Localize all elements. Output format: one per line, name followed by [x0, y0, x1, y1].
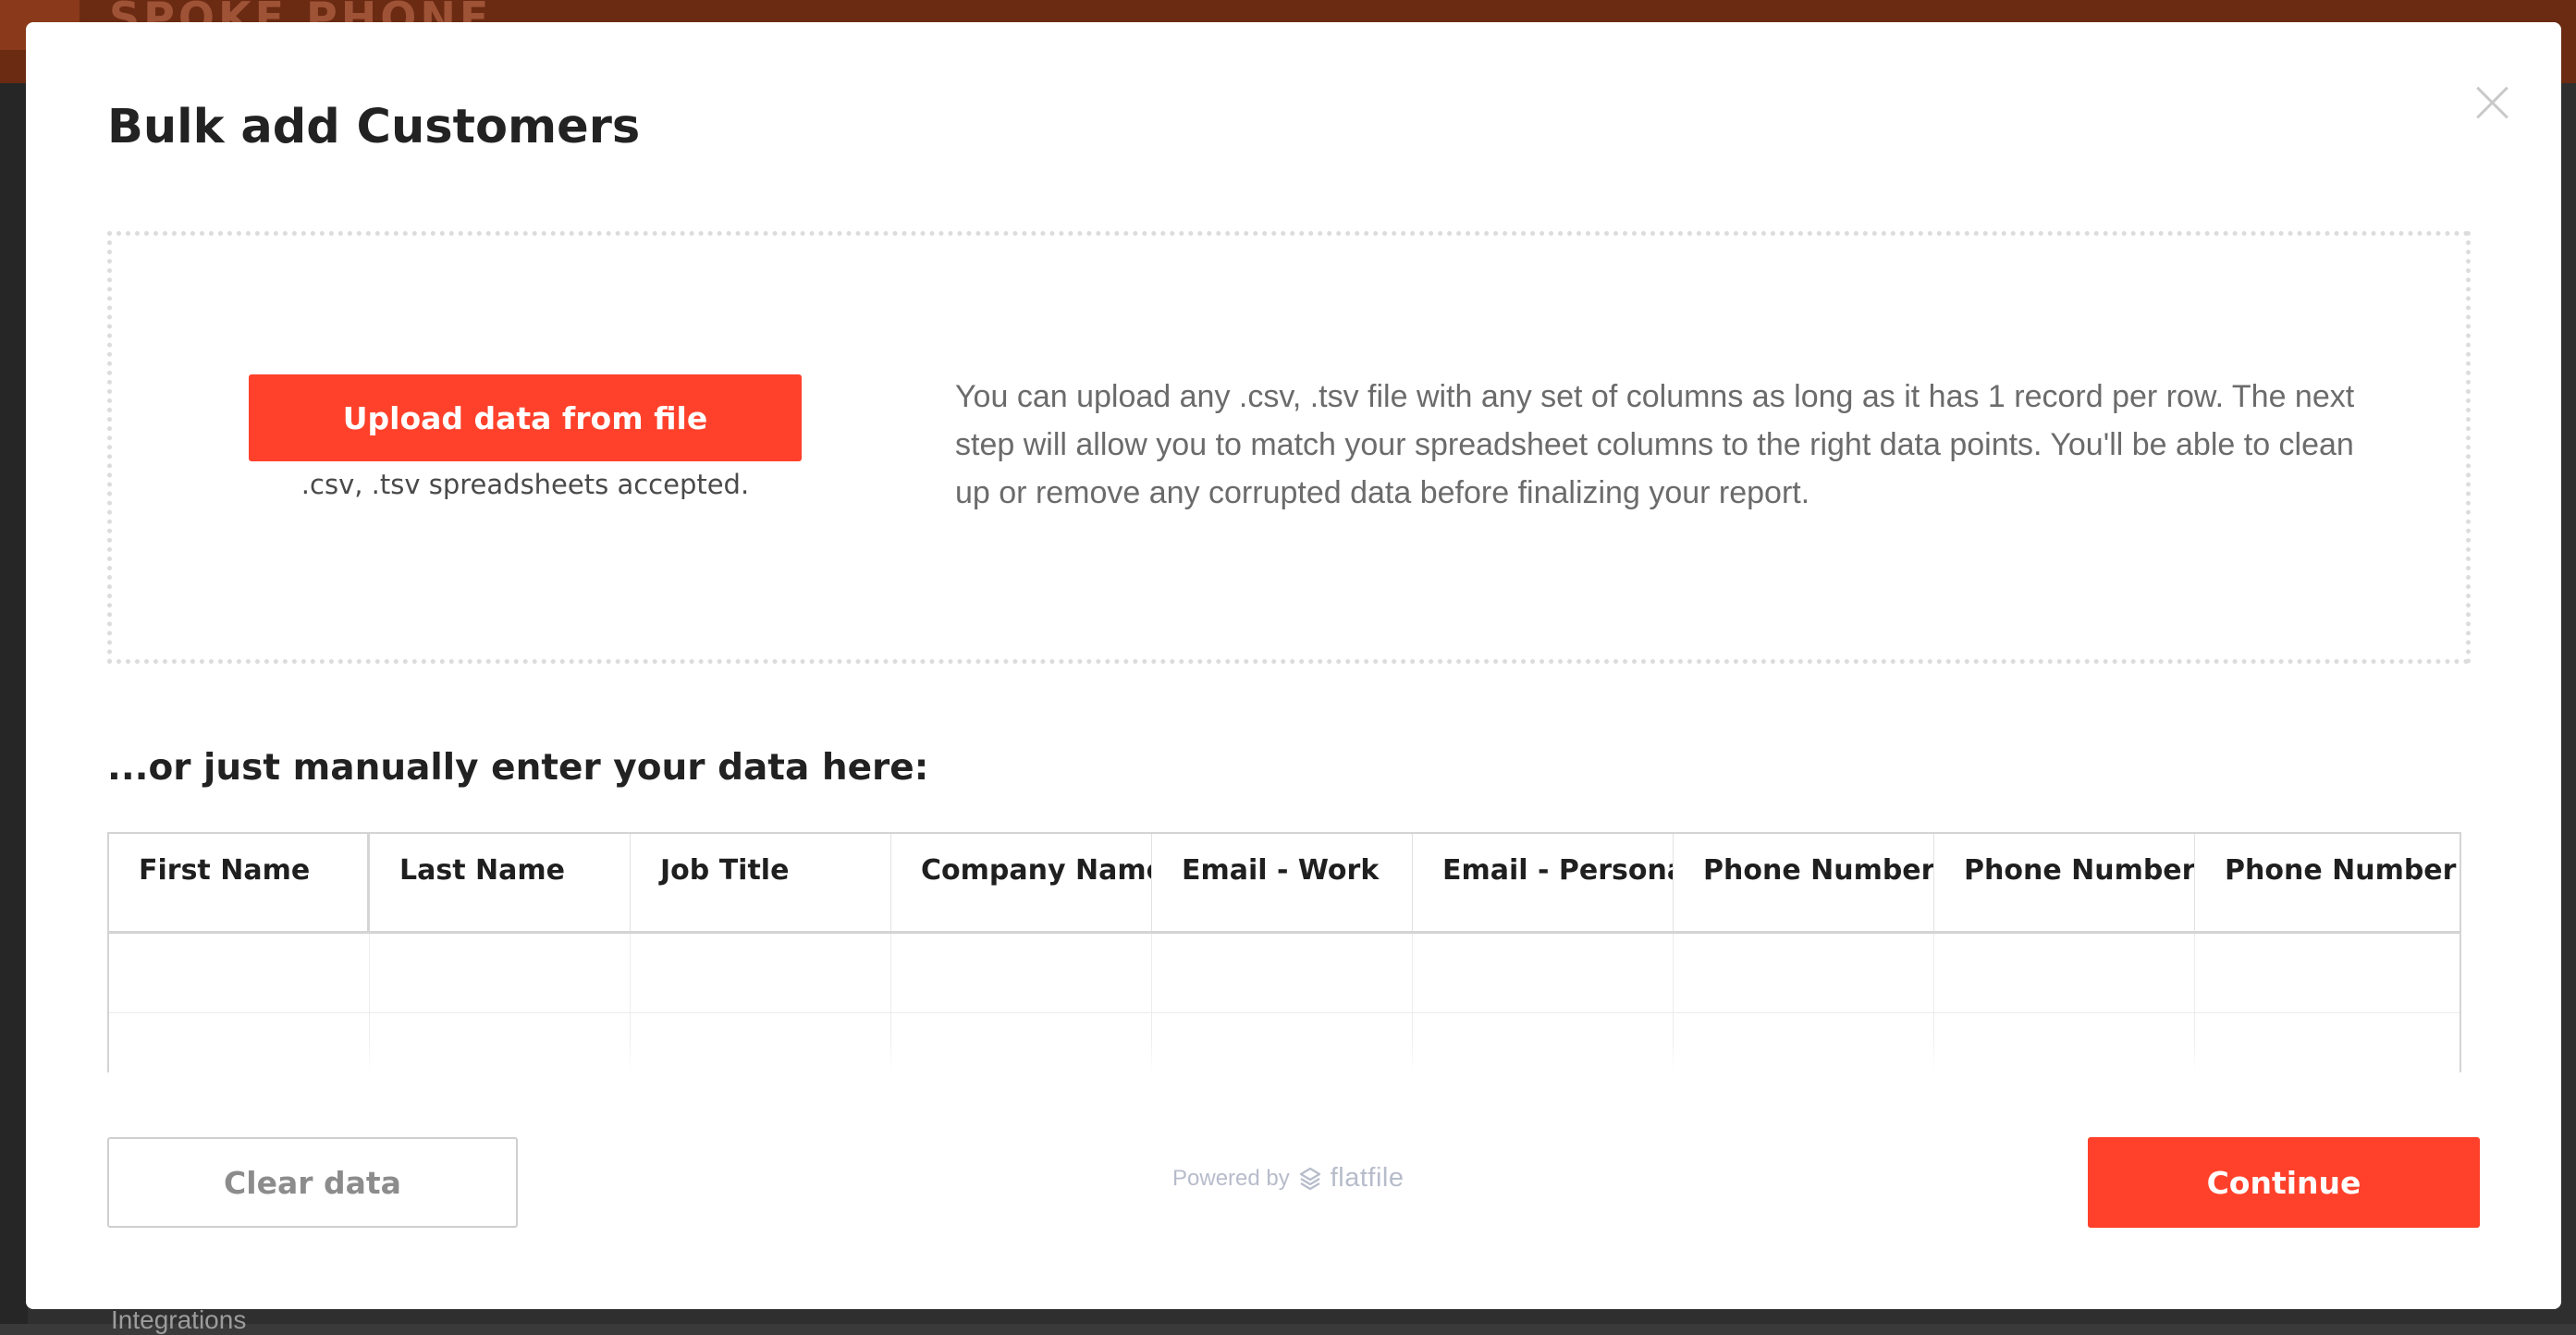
background-sidebar [0, 83, 28, 1324]
column-header[interactable]: Company Name [891, 834, 1152, 931]
column-header[interactable]: Phone Number - Work [1674, 834, 1934, 931]
grid-cell[interactable] [2195, 934, 2459, 1012]
grid-cell[interactable] [370, 934, 631, 1012]
clear-data-button[interactable]: Clear data [107, 1137, 518, 1228]
column-header[interactable]: First Name [109, 834, 370, 931]
grid-cell[interactable] [631, 934, 891, 1012]
grid-cell[interactable] [1413, 934, 1674, 1012]
column-header[interactable]: Last Name [370, 834, 631, 931]
upload-dropzone[interactable]: Upload data from file .csv, .tsv spreads… [107, 231, 2471, 664]
upload-hint: .csv, .tsv spreadsheets accepted. [301, 469, 750, 500]
manual-entry-label: ...or just manually enter your data here… [107, 747, 929, 789]
powered-by-label: Powered by [1172, 1165, 1290, 1191]
column-header[interactable]: Phone Number - Home [2195, 834, 2459, 931]
grid-cell[interactable] [1934, 934, 2195, 1012]
bulk-add-modal: Bulk add Customers Upload data from file… [26, 22, 2561, 1309]
grid-cell[interactable] [1674, 934, 1934, 1012]
grid-fade [109, 1035, 2459, 1072]
grid-cell[interactable] [1152, 934, 1413, 1012]
background-nav-item-integrations: Integrations [111, 1305, 247, 1334]
grid-cell[interactable] [891, 934, 1152, 1012]
continue-button[interactable]: Continue [2088, 1137, 2480, 1228]
grid-cell[interactable] [109, 934, 370, 1012]
table-row [109, 934, 2459, 1013]
flatfile-logo-icon [1299, 1167, 1320, 1190]
column-header[interactable]: Email - Personal [1413, 834, 1674, 931]
flatfile-brand: flatfile [1330, 1163, 1405, 1193]
column-header[interactable]: Job Title [631, 834, 891, 931]
close-icon[interactable] [2467, 78, 2517, 128]
powered-by-flatfile[interactable]: Powered by flatfile [1172, 1163, 1405, 1194]
upload-data-button[interactable]: Upload data from file [249, 374, 802, 461]
data-entry-grid[interactable]: First Name Last Name Job Title Company N… [107, 832, 2461, 1072]
column-header[interactable]: Email - Work [1152, 834, 1413, 931]
grid-header: First Name Last Name Job Title Company N… [109, 834, 2459, 934]
upload-description: You can upload any .csv, .tsv file with … [955, 379, 2355, 510]
column-header[interactable]: Phone Number - Mobile [1934, 834, 2195, 931]
modal-title: Bulk add Customers [107, 100, 641, 154]
